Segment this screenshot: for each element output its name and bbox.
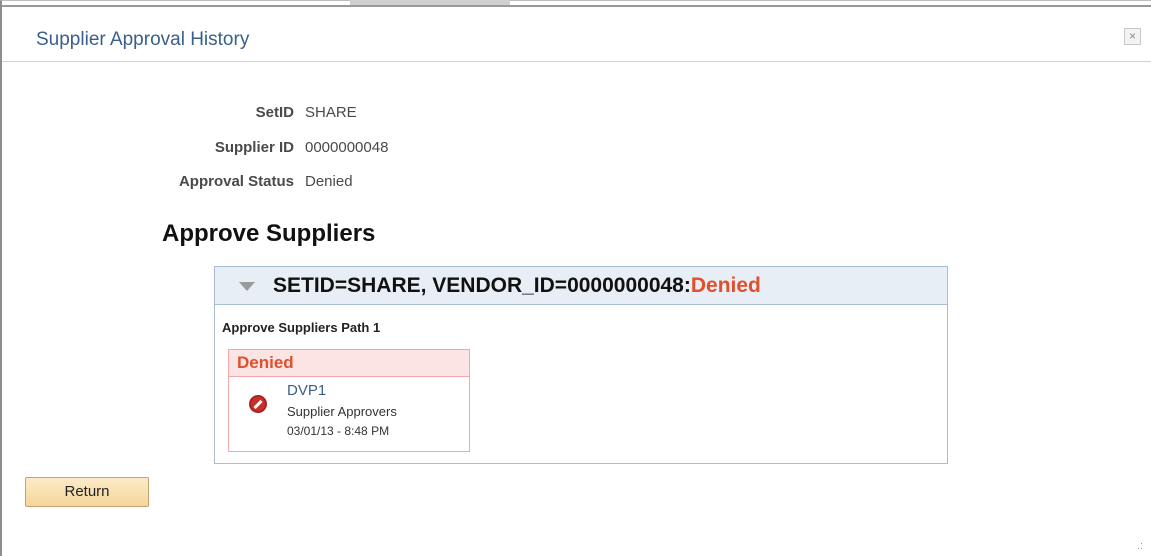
supplier-id-value: 0000000048	[305, 139, 389, 156]
panel-heading: SETID=SHARE, VENDOR_ID=0000000048:Denied	[273, 274, 761, 298]
return-button[interactable]: Return	[25, 477, 149, 507]
panel-heading-key: SETID=SHARE, VENDOR_ID=0000000048:	[273, 274, 691, 297]
step-header: Denied	[229, 350, 469, 377]
approver-link[interactable]: DVP1	[287, 382, 326, 399]
deny-icon	[249, 395, 267, 413]
panel-heading-status: Denied	[690, 274, 761, 297]
setid-value: SHARE	[305, 104, 357, 121]
dialog-title: Supplier Approval History	[36, 29, 250, 50]
triangle-down-icon[interactable]	[239, 282, 255, 291]
approval-panel: SETID=SHARE, VENDOR_ID=0000000048:Denied…	[214, 266, 948, 464]
approval-status-label: Approval Status	[178, 173, 294, 190]
approver-role: Supplier Approvers	[287, 404, 397, 419]
close-icon[interactable]: ×	[1124, 28, 1141, 45]
dialog-titlebar: Supplier Approval History ×	[2, 5, 1151, 62]
resize-grip-icon[interactable]: .:	[1137, 540, 1147, 552]
approval-status-value: Denied	[305, 173, 353, 190]
path-label: Approve Suppliers Path 1	[222, 320, 381, 335]
field-supplier-id: Supplier ID 0000000048	[0, 139, 600, 159]
field-approval-status: Approval Status Denied	[0, 173, 600, 193]
approval-step: Denied DVP1 Supplier Approvers 03/01/13 …	[228, 349, 470, 452]
field-setid: SetID SHARE	[0, 104, 600, 124]
step-status: Denied	[237, 353, 294, 372]
section-title: Approve Suppliers	[162, 220, 376, 247]
supplier-id-label: Supplier ID	[214, 139, 294, 156]
approval-panel-header[interactable]: SETID=SHARE, VENDOR_ID=0000000048:Denied	[215, 267, 947, 305]
approval-timestamp: 03/01/13 - 8:48 PM	[287, 424, 390, 438]
setid-label: SetID	[255, 104, 294, 121]
